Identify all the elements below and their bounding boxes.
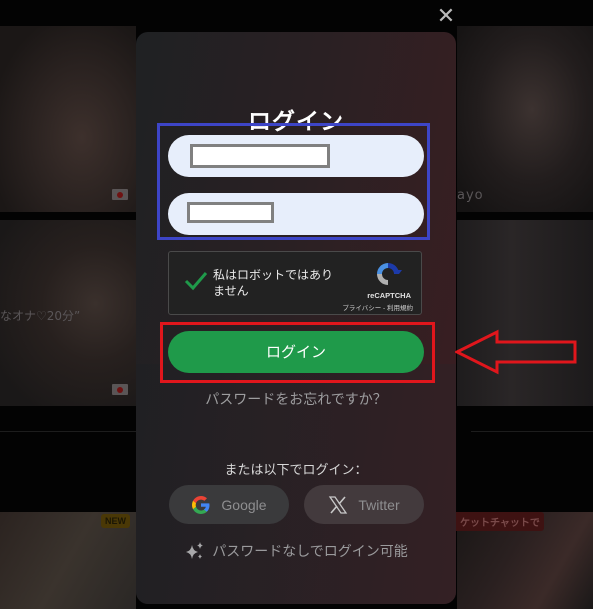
- tile-caption: ayo: [457, 188, 484, 203]
- tile-badge: ケットチャットで: [452, 512, 544, 531]
- x-icon: [329, 495, 348, 514]
- new-badge: NEW: [101, 514, 130, 528]
- passwordless-label: パスワードなしでログイン可能: [212, 544, 408, 560]
- tile-caption: なオナ♡20分”: [0, 309, 81, 323]
- japan-flag-icon: [112, 189, 128, 200]
- alt-login-label: または以下でログイン：: [224, 463, 368, 478]
- recaptcha-logo-icon: [377, 263, 402, 285]
- close-icon: ✕: [436, 4, 456, 29]
- login-button[interactable]: ログイン: [168, 331, 424, 373]
- recaptcha-links[interactable]: プライバシー - 利用規約: [342, 302, 413, 312]
- google-label: Google: [221, 496, 267, 513]
- captcha-label: 私はロボットではありません: [213, 268, 334, 298]
- redacted-username: [190, 144, 330, 168]
- redacted-password: [187, 202, 274, 223]
- japan-flag-icon: [112, 384, 128, 395]
- background-tile[interactable]: なオナ♡20分”: [0, 220, 136, 406]
- forgot-password-link[interactable]: パスワードをお忘れですか？: [136, 389, 456, 409]
- recaptcha-brand: reCAPTCHA: [367, 291, 411, 300]
- twitter-login-button[interactable]: Twitter: [304, 485, 424, 524]
- google-login-button[interactable]: Google: [169, 485, 289, 524]
- recaptcha-widget[interactable]: 私はロボットではありません reCAPTCHA プライバシー - 利用規約: [168, 251, 422, 315]
- twitter-label: Twitter: [358, 496, 400, 513]
- close-button[interactable]: ✕: [436, 4, 456, 29]
- checkmark-icon[interactable]: [183, 268, 209, 294]
- divider: [0, 431, 136, 432]
- google-icon: [192, 495, 210, 514]
- annotation-arrow-icon: [455, 329, 577, 375]
- sparkle-icon: [186, 542, 204, 559]
- passwordless-login-link[interactable]: パスワードなしでログイン可能: [136, 541, 456, 561]
- background-tile[interactable]: ayo: [457, 26, 593, 212]
- divider: [471, 431, 593, 432]
- background-tile[interactable]: [0, 26, 136, 212]
- background-tile[interactable]: [457, 220, 593, 406]
